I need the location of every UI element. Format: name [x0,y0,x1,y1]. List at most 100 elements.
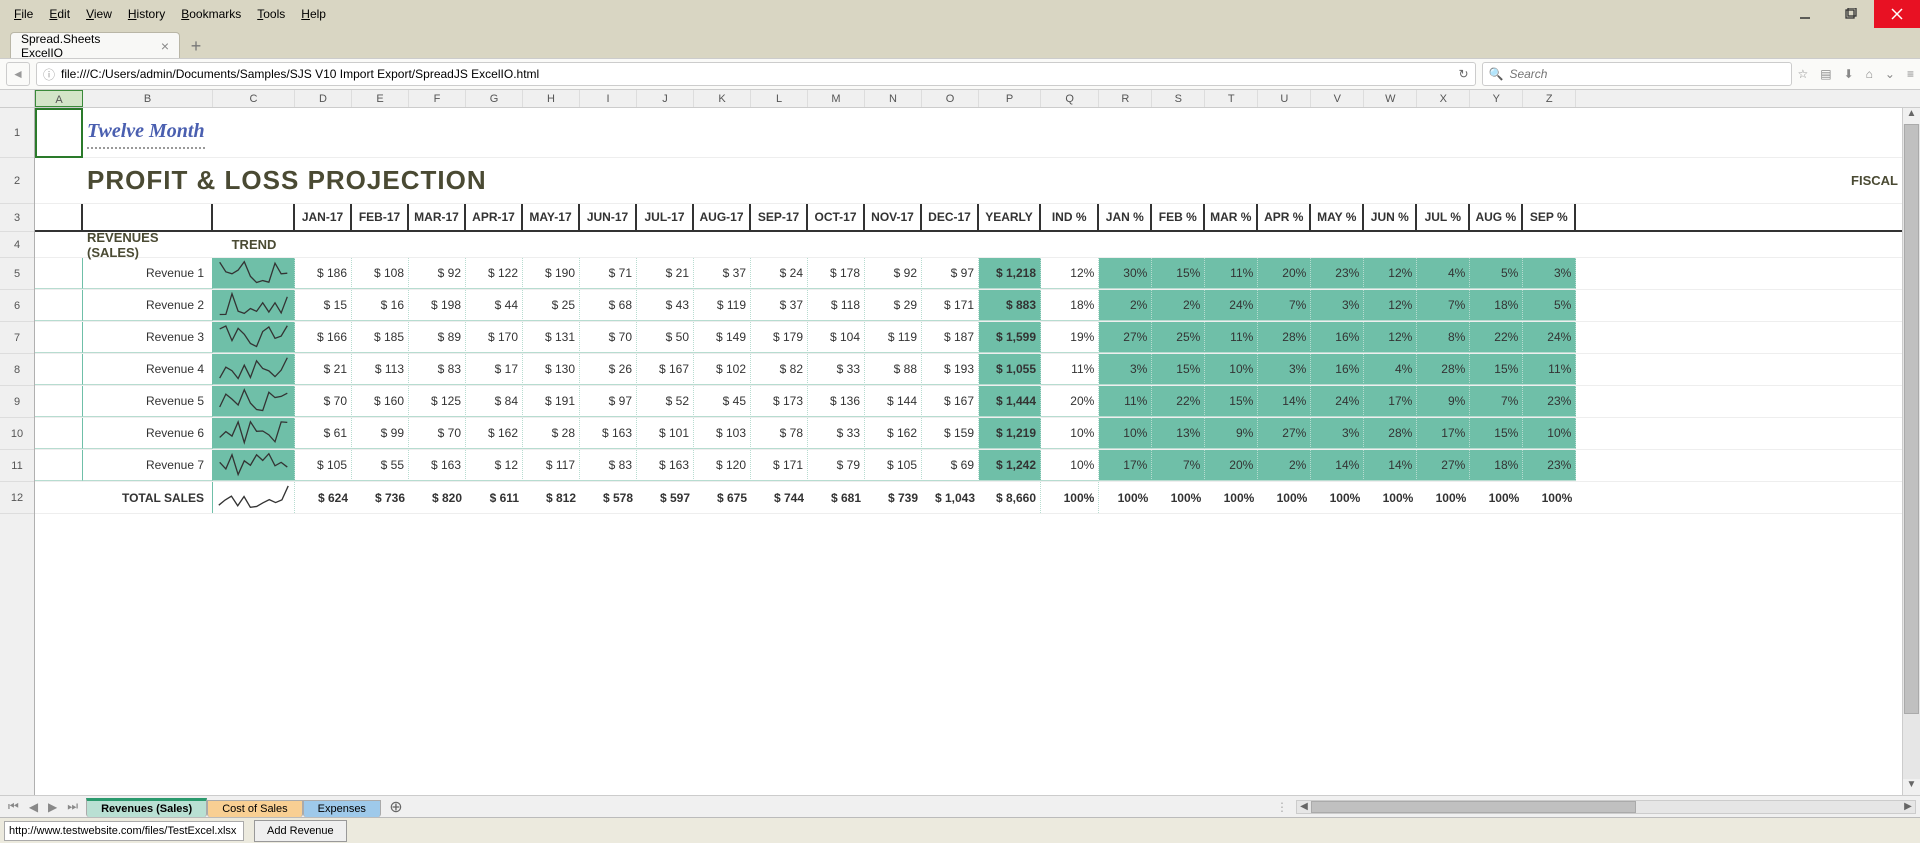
month-header[interactable]: APR-17 [466,204,523,230]
month-header[interactable]: YEARLY [979,204,1041,230]
add-sheet-button[interactable]: ⊕ [381,796,411,817]
close-tab-icon[interactable]: × [161,38,169,54]
pocket-icon[interactable]: ⌄ [1885,67,1895,81]
col-header-Z[interactable]: Z [1523,90,1576,107]
col-header-L[interactable]: L [751,90,808,107]
col-header-W[interactable]: W [1364,90,1417,107]
url-field[interactable]: ⓘ ↻ [36,62,1476,86]
menu-tools[interactable]: Tools [249,3,293,25]
col-header-B[interactable]: B [83,90,213,107]
scroll-right-icon[interactable]: ▶ [1901,801,1915,812]
new-tab-button[interactable]: + [184,34,208,58]
month-header[interactable]: NOV-17 [865,204,922,230]
row-header-8[interactable]: 8 [0,354,34,386]
row-header-7[interactable]: 7 [0,322,34,354]
scroll-down-icon[interactable]: ▼ [1903,779,1920,795]
revenue-row-label[interactable]: Revenue 7 [83,450,213,481]
revenue-row-label[interactable]: Revenue 4 [83,354,213,385]
bookmark-star-icon[interactable]: ☆ [1798,67,1809,81]
row-header-3[interactable]: 3 [0,204,34,232]
reload-icon[interactable]: ↻ [1458,67,1468,81]
month-header[interactable]: JUN-17 [580,204,637,230]
row-header-5[interactable]: 5 [0,258,34,290]
month-header[interactable]: JAN-17 [295,204,352,230]
menu-file[interactable]: File [6,3,41,25]
add-revenue-button[interactable]: Add Revenue [254,820,347,842]
col-header-A[interactable]: A [35,90,83,107]
revenue-row-label[interactable]: Revenue 1 [83,258,213,289]
month-header[interactable]: FEB-17 [352,204,409,230]
month-header[interactable]: AUG % [1470,204,1523,230]
month-header[interactable]: MAR-17 [409,204,466,230]
menu-history[interactable]: History [120,3,173,25]
month-header[interactable]: DEC-17 [922,204,979,230]
row-header-2[interactable]: 2 [0,158,34,204]
back-button[interactable]: ◄ [6,62,30,86]
revenue-row-label[interactable]: Revenue 5 [83,386,213,417]
menu-help[interactable]: Help [293,3,334,25]
close-button[interactable] [1874,0,1920,28]
col-header-E[interactable]: E [352,90,409,107]
col-header-U[interactable]: U [1258,90,1311,107]
col-header-H[interactable]: H [523,90,580,107]
revenue-row-label[interactable]: Revenue 6 [83,418,213,449]
col-header-T[interactable]: T [1205,90,1258,107]
col-header-O[interactable]: O [922,90,979,107]
month-header[interactable]: JUN % [1364,204,1417,230]
col-header-C[interactable]: C [213,90,295,107]
month-header[interactable]: IND % [1041,204,1099,230]
col-header-N[interactable]: N [865,90,922,107]
col-header-X[interactable]: X [1417,90,1470,107]
col-header-K[interactable]: K [694,90,751,107]
month-header[interactable]: FEB % [1152,204,1205,230]
month-header[interactable]: MAY-17 [523,204,580,230]
row-header-6[interactable]: 6 [0,290,34,322]
home-icon[interactable]: ⌂ [1866,67,1873,81]
info-icon[interactable]: ⓘ [43,66,55,83]
browser-tab[interactable]: Spread.Sheets ExcelIO × [10,32,180,58]
month-header[interactable]: APR % [1258,204,1311,230]
col-header-Q[interactable]: Q [1041,90,1099,107]
horizontal-scrollbar[interactable]: ◀ ▶ [1296,800,1916,814]
vertical-scrollbar[interactable]: ▲ ▼ [1902,108,1920,795]
section-label[interactable]: REVENUES (SALES) [83,232,213,257]
col-header-S[interactable]: S [1152,90,1205,107]
month-header[interactable]: OCT-17 [808,204,865,230]
col-header-Y[interactable]: Y [1470,90,1523,107]
first-sheet-icon[interactable]: ⏮ [6,799,21,814]
hamburger-icon[interactable]: ≡ [1907,67,1914,81]
sheet-tab-cost[interactable]: Cost of Sales [207,800,302,817]
month-header[interactable]: AUG-17 [694,204,751,230]
row-header-11[interactable]: 11 [0,450,34,482]
scroll-left-icon[interactable]: ◀ [1297,801,1311,812]
col-header-V[interactable]: V [1311,90,1364,107]
maximize-button[interactable] [1828,0,1874,28]
menu-view[interactable]: View [78,3,120,25]
menu-edit[interactable]: Edit [41,3,78,25]
col-header-D[interactable]: D [295,90,352,107]
col-header-P[interactable]: P [979,90,1041,107]
sheet-tab-revenues[interactable]: Revenues (Sales) [86,798,207,817]
month-header[interactable]: MAY % [1311,204,1364,230]
row-header-9[interactable]: 9 [0,386,34,418]
search-input[interactable] [1509,67,1784,81]
col-header-I[interactable]: I [580,90,637,107]
search-field[interactable]: 🔍 [1482,62,1792,86]
row-header-12[interactable]: 12 [0,482,34,514]
revenue-row-label[interactable]: Revenue 2 [83,290,213,321]
row-header-1[interactable]: 1 [0,108,34,158]
scroll-up-icon[interactable]: ▲ [1903,108,1920,124]
month-header[interactable]: JAN % [1099,204,1152,230]
col-header-F[interactable]: F [409,90,466,107]
row-header-4[interactable]: 4 [0,232,34,258]
cells-area[interactable]: Twelve MonthPROFIT & LOSS PROJECTIONFISC… [35,108,1902,795]
last-sheet-icon[interactable]: ⏭ [65,799,80,814]
month-header[interactable]: SEP-17 [751,204,808,230]
menu-bookmarks[interactable]: Bookmarks [173,3,249,25]
month-header[interactable]: JUL-17 [637,204,694,230]
sheet-tab-expenses[interactable]: Expenses [303,800,381,817]
minimize-button[interactable] [1782,0,1828,28]
prev-sheet-icon[interactable]: ◀ [27,800,40,814]
revenue-row-label[interactable]: Revenue 3 [83,322,213,353]
col-header-G[interactable]: G [466,90,523,107]
